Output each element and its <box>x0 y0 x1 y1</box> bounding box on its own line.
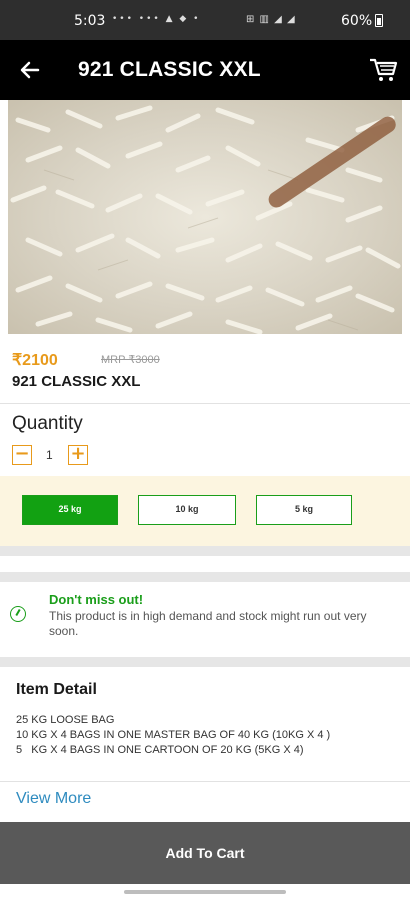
home-gesture-handle[interactable] <box>124 890 286 894</box>
notification-icons: ••• ••• ▲ ◆ • <box>112 14 201 24</box>
divider <box>0 403 410 404</box>
size-option-25kg[interactable]: 25 kg <box>22 495 118 525</box>
page-title: 921 CLASSIC XXL <box>78 58 261 81</box>
section-separator <box>0 657 410 667</box>
cart-icon[interactable] <box>368 54 398 84</box>
size-option-10kg[interactable]: 10 kg <box>138 495 236 525</box>
alert-title: Don't miss out! <box>49 592 144 607</box>
battery-percentage: 60% <box>341 13 373 29</box>
view-more-link[interactable]: View More <box>16 790 91 808</box>
alert-text: This product is in high demand and stock… <box>49 609 367 638</box>
quantity-label: Quantity <box>12 413 83 434</box>
product-image <box>8 100 402 334</box>
system-icons: ⊞ ▥ ◢ ◢ <box>246 14 296 25</box>
quantity-decrease-button[interactable]: − <box>12 445 32 465</box>
product-name: 921 CLASSIC XXL <box>12 373 141 390</box>
size-option-5kg[interactable]: 5 kg <box>256 495 352 525</box>
rice-grains-illustration <box>10 105 401 334</box>
size-options: 25 kg 10 kg 5 kg <box>0 476 410 546</box>
item-detail-title: Item Detail <box>16 681 97 698</box>
status-bar: 5:03 ••• ••• ▲ ◆ • ⊞ ▥ ◢ ◢ 60% <box>0 0 410 40</box>
app-bar: 921 CLASSIC XXL <box>0 40 410 100</box>
clock-icon <box>10 606 26 622</box>
section-separator <box>0 572 410 582</box>
product-mrp: MRP ₹3000 <box>101 354 160 366</box>
divider <box>0 781 410 782</box>
navigation-bar <box>0 884 410 900</box>
battery-icon <box>375 14 383 27</box>
quantity-increase-button[interactable]: + <box>68 445 88 465</box>
quantity-value: 1 <box>46 448 53 462</box>
product-price: ₹2100 <box>12 352 58 369</box>
add-to-cart-button[interactable]: Add To Cart <box>0 822 410 884</box>
status-time: 5:03 <box>74 13 106 29</box>
section-separator <box>0 546 410 556</box>
item-detail-text: 25 KG LOOSE BAG 10 KG X 4 BAGS IN ONE MA… <box>16 714 331 756</box>
back-arrow-icon[interactable] <box>16 56 44 84</box>
